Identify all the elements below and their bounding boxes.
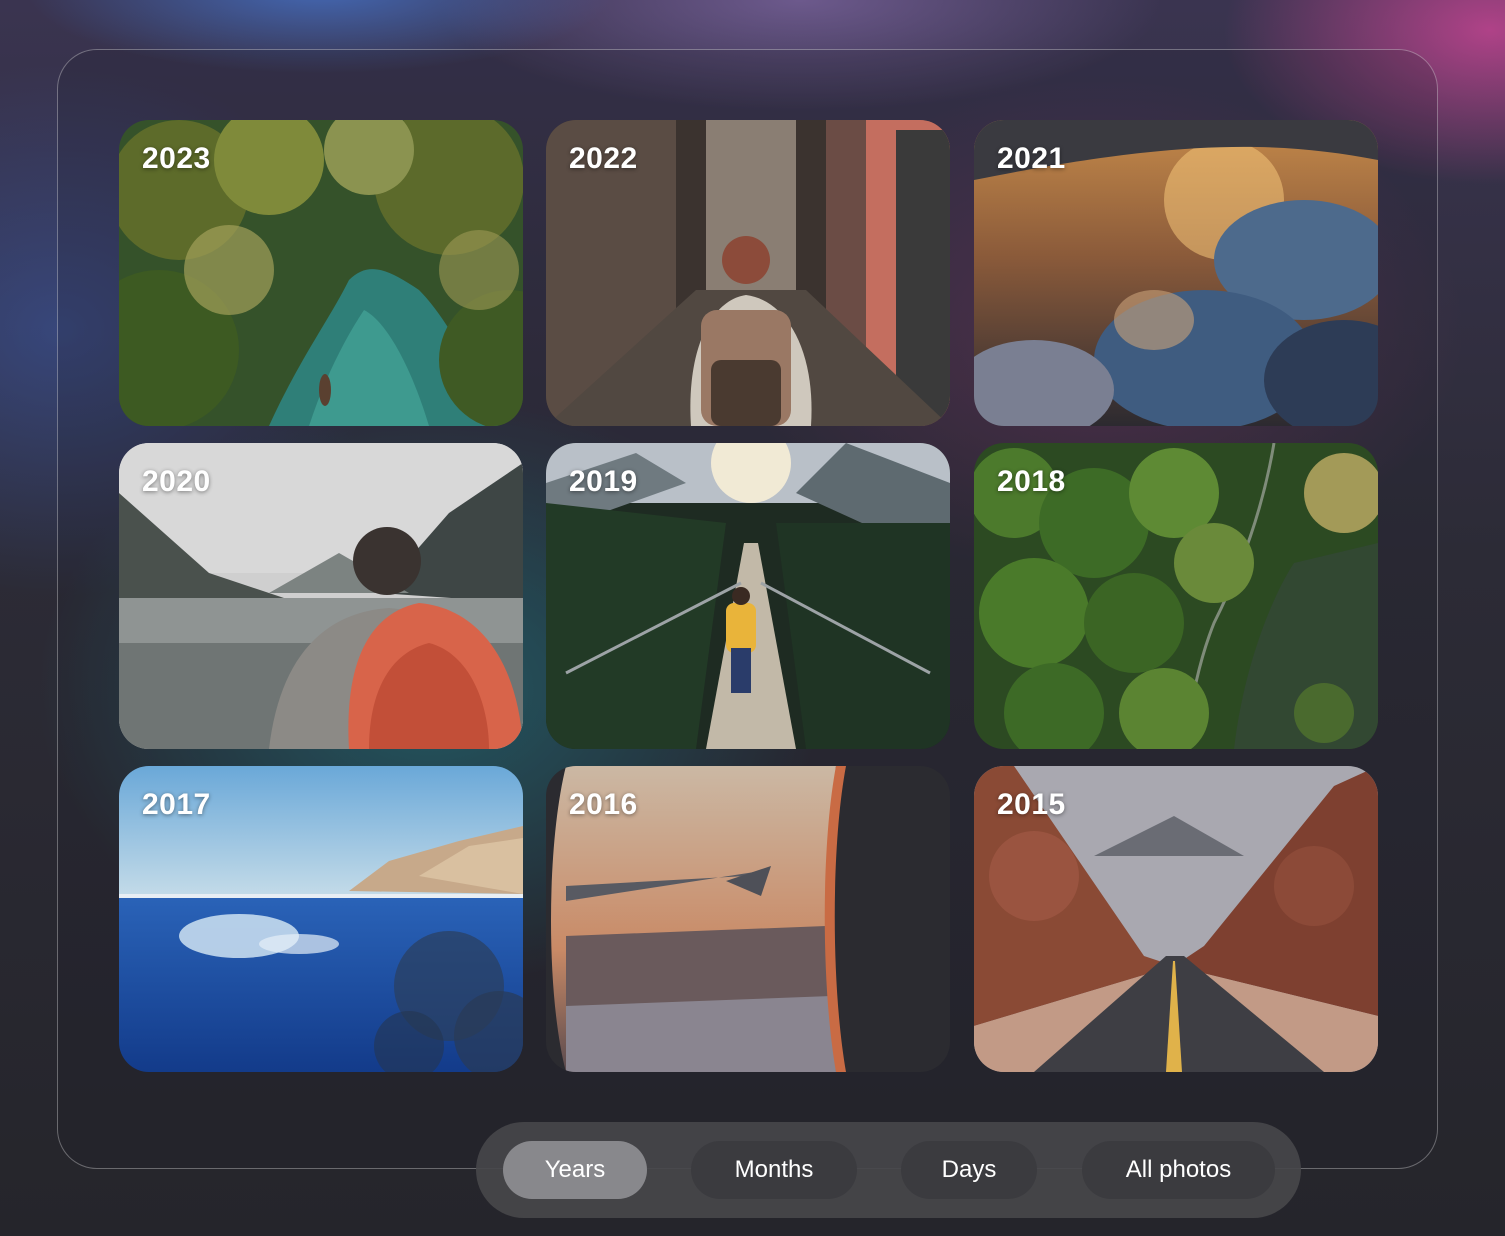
year-label: 2019	[569, 465, 638, 498]
year-tile-2019[interactable]: 2019	[546, 443, 950, 749]
all-photos-button[interactable]: All photos	[1082, 1141, 1275, 1199]
year-label: 2016	[569, 788, 638, 821]
year-label: 2015	[997, 788, 1066, 821]
year-tile-2018[interactable]: 2018	[974, 443, 1378, 749]
year-tile-2023[interactable]: 2023	[119, 120, 523, 426]
days-button[interactable]: Days	[901, 1141, 1037, 1199]
view-switcher: Years Months Days All photos	[476, 1122, 1301, 1218]
year-label: 2023	[142, 142, 211, 175]
year-label: 2021	[997, 142, 1066, 175]
year-label: 2017	[142, 788, 211, 821]
year-label: 2018	[997, 465, 1066, 498]
years-button[interactable]: Years	[503, 1141, 647, 1199]
year-tile-2017[interactable]: 2017	[119, 766, 523, 1072]
months-button[interactable]: Months	[691, 1141, 857, 1199]
year-label: 2022	[569, 142, 638, 175]
year-tile-2022[interactable]: 2022	[546, 120, 950, 426]
year-tile-2020[interactable]: 2020	[119, 443, 523, 749]
year-tile-2016[interactable]: 2016	[546, 766, 950, 1072]
year-tile-2015[interactable]: 2015	[974, 766, 1378, 1072]
year-tile-2021[interactable]: 2021	[974, 120, 1378, 426]
year-label: 2020	[142, 465, 211, 498]
